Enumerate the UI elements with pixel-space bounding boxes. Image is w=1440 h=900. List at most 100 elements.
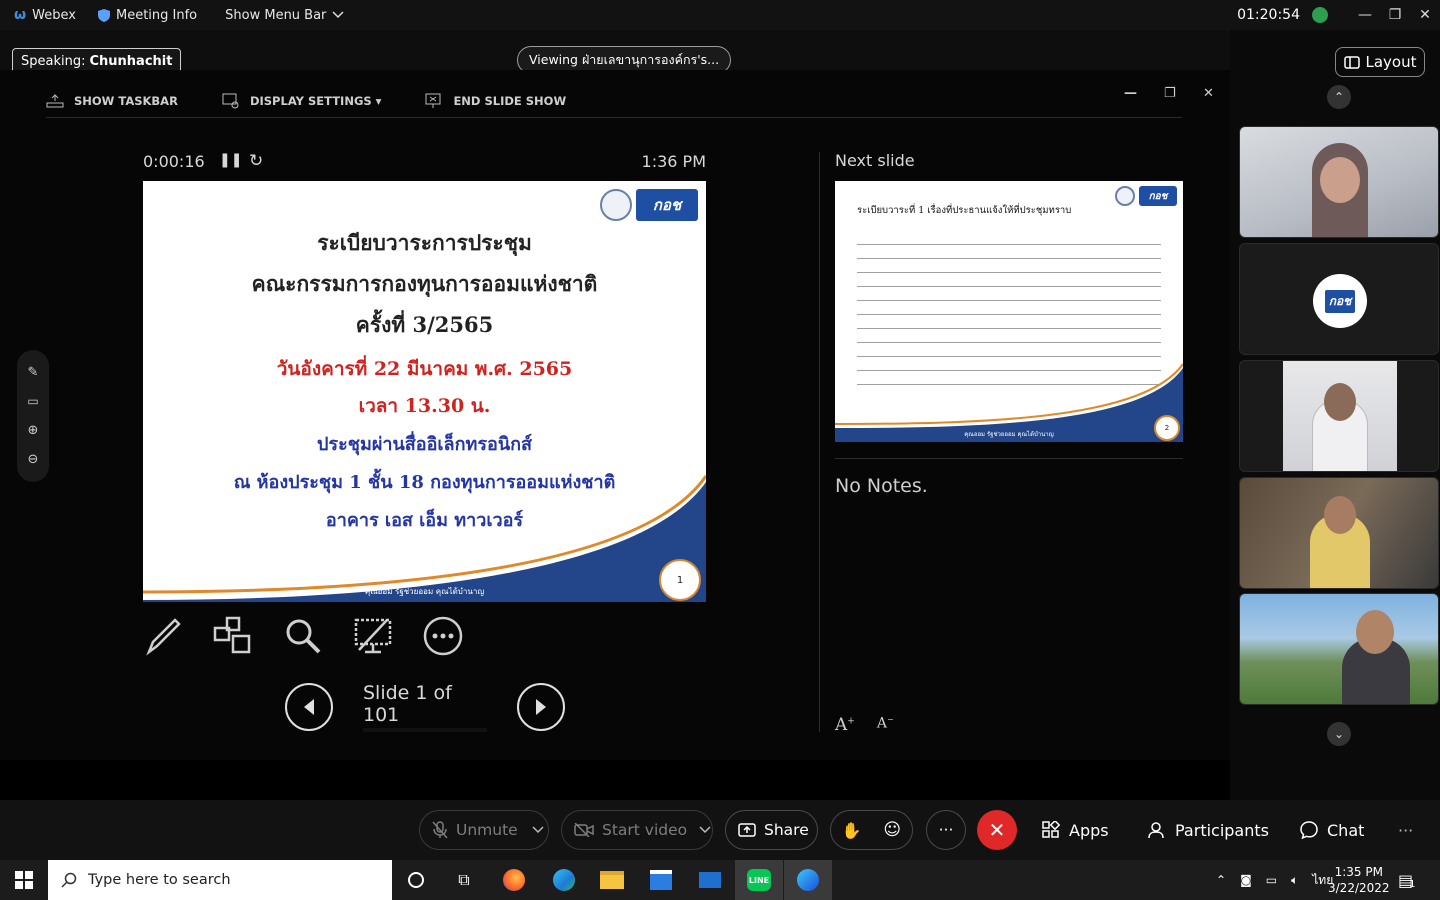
tray-volume-icon[interactable]: 🔈︎	[1291, 873, 1298, 888]
participants-button[interactable]: Participants	[1148, 810, 1269, 850]
start-button[interactable]	[0, 860, 48, 900]
increase-font-icon[interactable]: A+	[835, 715, 855, 735]
next-slide-preview[interactable]: กอช ระเบียบวาระที่ 1 เรื่องที่ประธานแจ้ง…	[835, 181, 1183, 442]
leave-meeting-button[interactable]: ✕	[977, 810, 1017, 850]
show-taskbar-label: SHOW TASKBAR	[74, 93, 178, 108]
pane-divider[interactable]	[819, 152, 820, 732]
unmute-button[interactable]: Unmute	[419, 810, 549, 850]
display-settings-button[interactable]: DISPLAY SETTINGS ▾	[222, 93, 381, 109]
scroll-down-icon[interactable]: ⌄	[1327, 722, 1351, 746]
mail-icon[interactable]	[686, 860, 734, 900]
firefox-icon[interactable]	[490, 860, 538, 900]
task-view-icon[interactable]: ⧉	[440, 860, 488, 900]
show-taskbar-button[interactable]: SHOW TASKBAR	[46, 94, 178, 108]
signal-icon	[1312, 7, 1328, 23]
elapsed-time: 0:00:16	[143, 152, 205, 171]
participant-panel: Layout ⌃ กอช ⌄	[1230, 30, 1440, 800]
webex-taskbar-icon[interactable]	[784, 860, 832, 900]
taskbar-icon	[46, 93, 64, 107]
participant-face-3	[1324, 383, 1356, 421]
pv-restore-icon[interactable]: ❐	[1164, 86, 1176, 101]
share-icon	[738, 823, 756, 837]
presenter-toolbar: SHOW TASKBAR DISPLAY SETTINGS ▾ END SLID…	[46, 84, 1214, 118]
restore-icon[interactable]: ❐	[1380, 7, 1410, 23]
triangle-left-icon	[304, 699, 314, 715]
webex-app[interactable]: ѡ Webex	[14, 7, 76, 23]
cortana-icon[interactable]	[392, 860, 440, 900]
next-slide-button[interactable]	[517, 683, 565, 731]
apps-icon	[1042, 821, 1060, 838]
file-explorer-icon[interactable]	[588, 860, 636, 900]
unmute-chevron-icon[interactable]	[532, 826, 544, 834]
slide-tools	[143, 614, 463, 658]
apps-button[interactable]: Apps	[1042, 810, 1109, 850]
tray-network-icon[interactable]: ▭	[1266, 873, 1277, 887]
video-tile-4[interactable]	[1239, 477, 1439, 589]
screen-black-icon[interactable]	[353, 616, 393, 656]
zoom-icon[interactable]	[283, 616, 323, 656]
pv-minimize-icon[interactable]: —	[1124, 86, 1137, 101]
video-chevron-icon[interactable]	[699, 826, 711, 834]
scroll-up-icon[interactable]: ⌃	[1327, 85, 1351, 109]
chat-label: Chat	[1327, 820, 1365, 840]
meeting-info-label: Meeting Info	[115, 7, 198, 23]
screen-icon[interactable]: ▭	[27, 394, 38, 408]
more-button[interactable]: ···	[926, 810, 966, 850]
layout-button[interactable]: Layout	[1335, 47, 1425, 77]
display-settings-icon	[222, 93, 239, 108]
overflow-menu-button[interactable]: ···	[1398, 810, 1413, 850]
decrease-font-icon[interactable]: A−	[877, 715, 894, 735]
video-tile-2[interactable]: กอช	[1239, 243, 1439, 355]
more-options-icon[interactable]	[423, 616, 463, 656]
pen-icon[interactable]	[143, 616, 183, 656]
close-icon[interactable]: ✕	[1410, 7, 1440, 23]
zoom-out-icon[interactable]: ⊖	[28, 452, 39, 467]
chat-button[interactable]: Chat	[1300, 810, 1364, 850]
pv-close-icon[interactable]: ✕	[1203, 86, 1214, 101]
zoom-in-icon[interactable]: ⊕	[28, 423, 39, 438]
meeting-control-bar: Unmute Start video Share ✋ ☺ ··· ✕ Apps …	[0, 800, 1440, 860]
font-size-controls: A+ A−	[835, 715, 894, 735]
line-app-icon[interactable]: LINE	[735, 860, 783, 900]
minimize-icon[interactable]: —	[1350, 7, 1380, 23]
raise-hand-icon[interactable]: ✋	[842, 821, 862, 840]
tray-chevron-icon[interactable]: ⌃	[1216, 873, 1226, 887]
participant-face-1	[1320, 157, 1360, 203]
video-tile-1[interactable]	[1239, 126, 1439, 238]
end-slide-show-button[interactable]: END SLIDE SHOW	[425, 93, 566, 109]
meeting-info-button[interactable]: Meeting Info	[97, 7, 198, 23]
taskbar-clock[interactable]: 1:35 PM 3/22/2022	[1328, 860, 1390, 900]
store-icon[interactable]	[637, 860, 685, 900]
slide-counter[interactable]: Slide 1 of 101	[363, 682, 487, 732]
show-menu-bar-button[interactable]: Show Menu Bar	[225, 8, 344, 23]
next-slide-footer: คุณออม รัฐช่วยออม คุณได้บำนาญ	[964, 431, 1054, 438]
reactions-icon[interactable]: ☺	[883, 820, 901, 840]
edge-icon[interactable]	[540, 860, 588, 900]
start-video-button[interactable]: Start video	[561, 810, 713, 850]
next-slide-logo: กอช	[1115, 186, 1177, 206]
meeting-clock: 01:20:54	[1237, 7, 1300, 23]
more-label: ···	[938, 821, 954, 839]
share-button[interactable]: Share	[725, 810, 818, 850]
restart-icon[interactable]: ↻	[249, 151, 263, 171]
start-video-label: Start video	[602, 821, 688, 839]
avatar-logo-2: กอช	[1324, 289, 1356, 313]
annotate-pen-icon[interactable]: ✎	[28, 365, 39, 380]
next-slide-label: Next slide	[835, 151, 915, 170]
webex-logo-icon: ѡ	[14, 7, 27, 23]
current-slide[interactable]: กอช ระเบียบวาระการประชุม คณะกรรมการกองทุ…	[143, 181, 706, 602]
see-all-slides-icon[interactable]	[213, 616, 253, 656]
notification-center[interactable]: ▤ 1	[1398, 860, 1416, 900]
app-name: Webex	[32, 7, 76, 23]
taskbar-search[interactable]: Type here to search	[48, 860, 392, 900]
previous-slide-button[interactable]	[285, 683, 333, 731]
presenter-view: SHOW TASKBAR DISPLAY SETTINGS ▾ END SLID…	[0, 70, 1230, 760]
speaker-name: Chunhachit	[89, 53, 173, 69]
tray-webcam-icon[interactable]: ◙	[1240, 873, 1252, 887]
annotation-toolbar: ✎ ▭ ⊕ ⊖	[17, 350, 49, 482]
slide-title-2: คณะกรรมการกองทุนการออมแห่งชาติ	[251, 271, 598, 296]
video-tile-5[interactable]	[1239, 593, 1439, 705]
speaker-notes: No Notes.	[835, 475, 928, 497]
pause-icon[interactable]: ❚❚	[219, 152, 242, 168]
video-tile-3[interactable]	[1239, 360, 1439, 472]
